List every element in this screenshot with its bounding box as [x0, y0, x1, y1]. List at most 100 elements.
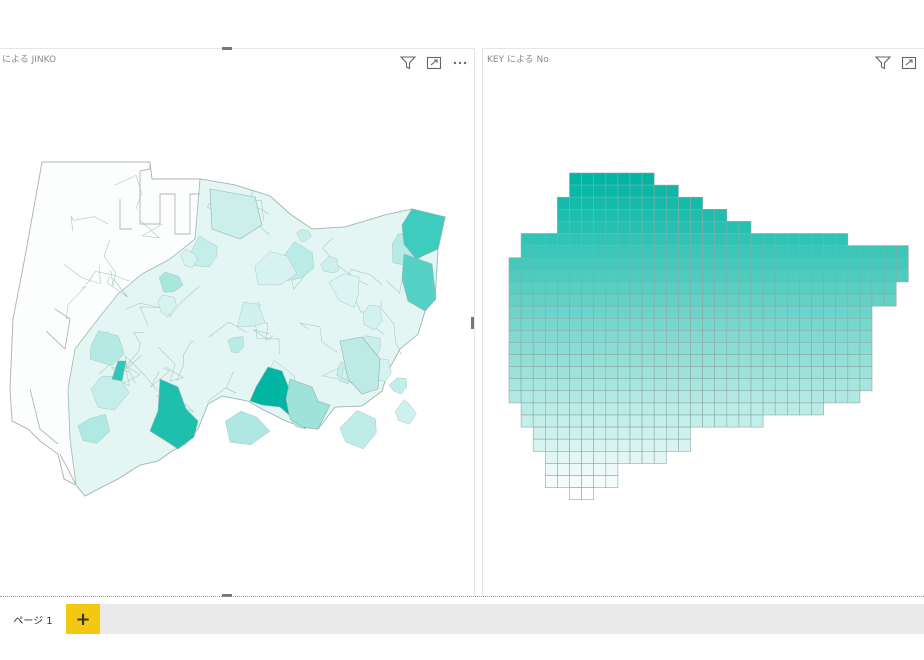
grid-tile[interactable]	[641, 196, 655, 210]
grid-tile[interactable]	[593, 475, 607, 488]
grid-tile[interactable]	[702, 378, 716, 392]
grid-tile[interactable]	[726, 354, 740, 367]
grid-tile[interactable]	[823, 317, 837, 331]
grid-tile[interactable]	[811, 366, 824, 380]
grid-tile[interactable]	[859, 245, 873, 259]
grid-tile[interactable]	[835, 390, 849, 404]
grid-tile[interactable]	[823, 329, 837, 343]
grid-tile[interactable]	[726, 281, 740, 295]
grid-tile[interactable]	[569, 414, 582, 428]
grid-tile[interactable]	[593, 269, 607, 283]
grid-tile[interactable]	[629, 329, 643, 343]
grid-tile[interactable]	[678, 438, 691, 452]
grid-tile[interactable]	[544, 245, 558, 259]
grid-tile[interactable]	[605, 293, 619, 307]
grid-tile[interactable]	[617, 402, 631, 416]
grid-tile[interactable]	[569, 233, 582, 246]
grid-tile[interactable]	[678, 414, 691, 428]
grid-tile[interactable]	[544, 329, 558, 343]
grid-tile[interactable]	[690, 366, 703, 380]
grid-tile[interactable]	[847, 366, 861, 380]
grid-tile[interactable]	[569, 402, 582, 416]
grid-tile[interactable]	[847, 378, 861, 392]
grid-tile[interactable]	[569, 184, 582, 198]
grid-tile[interactable]	[835, 293, 849, 307]
grid-tile[interactable]	[726, 293, 740, 307]
grid-tile[interactable]	[726, 414, 740, 428]
grid-tile[interactable]	[581, 184, 594, 198]
grid-tile[interactable]	[557, 329, 570, 343]
grid-tile[interactable]	[738, 354, 752, 367]
grid-tile[interactable]	[690, 209, 703, 222]
grid-tile[interactable]	[690, 378, 703, 392]
grid-tile[interactable]	[641, 366, 655, 380]
grid-tile[interactable]	[557, 209, 570, 222]
grid-tile[interactable]	[762, 245, 776, 259]
grid-tile[interactable]	[750, 269, 764, 283]
grid-tile[interactable]	[666, 221, 679, 234]
grid-tile[interactable]	[520, 378, 534, 392]
grid-tile[interactable]	[738, 317, 752, 331]
grid-tile[interactable]	[738, 269, 752, 283]
grid-tile[interactable]	[544, 438, 558, 452]
grid-tile[interactable]	[847, 305, 861, 319]
grid-tile[interactable]	[774, 378, 788, 392]
grid-tile[interactable]	[690, 281, 703, 295]
grid-tile[interactable]	[799, 342, 812, 355]
grid-tile[interactable]	[714, 293, 728, 307]
grid-tile[interactable]	[581, 438, 594, 452]
grid-tile[interactable]	[508, 378, 522, 392]
grid-tile[interactable]	[641, 281, 655, 295]
grid-tile[interactable]	[605, 378, 619, 392]
grid-tile[interactable]	[581, 293, 594, 307]
grid-tile[interactable]	[738, 402, 752, 416]
grid-tile[interactable]	[678, 366, 691, 380]
grid-tile[interactable]	[653, 233, 667, 246]
grid-tile[interactable]	[750, 233, 764, 246]
grid-tile[interactable]	[823, 233, 837, 246]
grid-tile[interactable]	[750, 245, 764, 259]
grid-tile[interactable]	[714, 221, 728, 234]
grid-tile[interactable]	[581, 487, 594, 501]
grid-tile[interactable]	[593, 463, 607, 476]
grid-tile[interactable]	[738, 414, 752, 428]
grid-tile[interactable]	[847, 317, 861, 331]
grid-tile[interactable]	[569, 257, 582, 271]
grid-tile[interactable]	[641, 390, 655, 404]
grid-tile[interactable]	[557, 221, 570, 234]
grid-tile[interactable]	[641, 269, 655, 283]
grid-tile[interactable]	[871, 269, 885, 283]
grid-tile[interactable]	[629, 269, 643, 283]
grid-tile[interactable]	[726, 378, 740, 392]
grid-tile[interactable]	[702, 317, 716, 331]
grid-tile[interactable]	[666, 245, 679, 259]
grid-tile[interactable]	[835, 269, 849, 283]
grid-tile[interactable]	[714, 354, 728, 367]
grid-tile[interactable]	[544, 366, 558, 380]
grid-tile[interactable]	[799, 293, 812, 307]
grid-tile[interactable]	[605, 438, 619, 452]
grid-tile[interactable]	[883, 281, 897, 295]
grid-tile[interactable]	[641, 438, 655, 452]
grid-tile[interactable]	[690, 390, 703, 404]
grid-tile[interactable]	[629, 281, 643, 295]
grid-tile[interactable]	[859, 378, 873, 392]
grid-tile[interactable]	[786, 342, 800, 355]
grid-tile[interactable]	[859, 342, 873, 355]
grid-tile[interactable]	[666, 366, 679, 380]
grid-tile[interactable]	[593, 402, 607, 416]
grid-tile[interactable]	[847, 269, 861, 283]
grid-tile[interactable]	[811, 257, 824, 271]
grid-tile[interactable]	[617, 184, 631, 198]
grid-tile[interactable]	[859, 317, 873, 331]
grid-tile[interactable]	[593, 390, 607, 404]
grid-tile[interactable]	[617, 390, 631, 404]
grid-tile[interactable]	[774, 390, 788, 404]
grid-tile[interactable]	[762, 378, 776, 392]
grid-tile[interactable]	[569, 438, 582, 452]
grid-tile[interactable]	[678, 269, 691, 283]
grid-tile[interactable]	[702, 293, 716, 307]
grid-tile[interactable]	[786, 378, 800, 392]
grid-tile[interactable]	[811, 390, 824, 404]
grid-tile[interactable]	[508, 342, 522, 355]
